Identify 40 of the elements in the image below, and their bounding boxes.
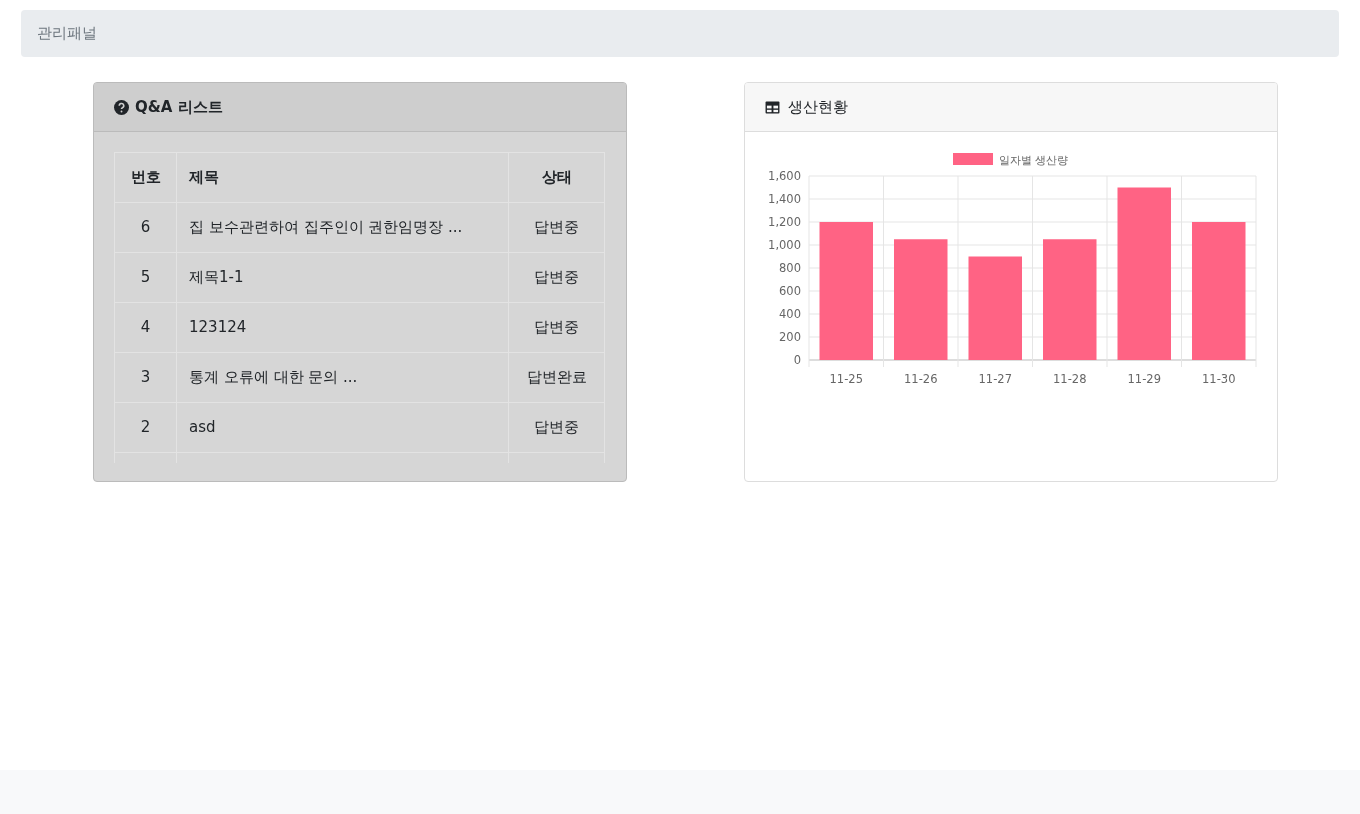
y-tick-label: 1,200 — [768, 215, 801, 229]
table-cell: 답변중 — [508, 202, 605, 253]
card-title: 생산현황 — [788, 96, 848, 118]
x-tick-label: 11-27 — [978, 372, 1012, 386]
table-cell: 2 — [114, 402, 177, 453]
y-tick-label: 1,400 — [768, 192, 801, 206]
x-tick-label: 11-26 — [904, 372, 938, 386]
y-tick-label: 1,000 — [768, 238, 801, 252]
card-title: Q&A 리스트 — [135, 96, 223, 118]
chart-legend[interactable]: 일자별 생산량 — [953, 153, 1069, 167]
question-circle-icon — [114, 99, 129, 115]
column-header: 상태 — [508, 152, 605, 203]
x-tick-label: 11-25 — [829, 372, 863, 386]
y-tick-label: 600 — [779, 284, 801, 298]
column-header: 제목 — [176, 152, 509, 203]
table-cell[interactable]: 123124 — [176, 302, 509, 353]
table-cell[interactable]: 집 보수관련하여 집주인이 권한임명장 ... — [176, 202, 509, 253]
table-cell: 답변중 — [508, 302, 605, 353]
legend-label: 일자별 생산량 — [999, 154, 1069, 167]
x-tick-label: 11-30 — [1202, 372, 1236, 386]
table-cell: 6 — [114, 202, 177, 253]
table-cell: 3 — [114, 352, 177, 403]
table-cell[interactable]: 통계 오류에 대한 문의 ... — [176, 352, 509, 403]
table-cell: 답변완료 — [508, 352, 605, 403]
table-cell: 4 — [114, 302, 177, 353]
table-icon — [765, 100, 780, 114]
x-tick-label: 11-29 — [1127, 372, 1161, 386]
y-tick-label: 400 — [779, 307, 801, 321]
table-cell: 답변중 — [508, 402, 605, 453]
table-cell: 5 — [114, 252, 177, 303]
x-tick-label: 11-28 — [1053, 372, 1087, 386]
table-cell[interactable]: asd — [176, 402, 509, 453]
table-cell[interactable]: 제목1-1 — [176, 252, 509, 303]
y-tick-label: 1,600 — [768, 169, 801, 183]
table-cell: 답변중 — [508, 252, 605, 303]
column-header: 번호 — [114, 152, 177, 203]
breadcrumb-text: 관리패널 — [37, 23, 97, 45]
y-tick-label: 800 — [779, 261, 801, 275]
y-tick-label: 0 — [793, 353, 801, 367]
y-tick-label: 200 — [779, 330, 801, 344]
